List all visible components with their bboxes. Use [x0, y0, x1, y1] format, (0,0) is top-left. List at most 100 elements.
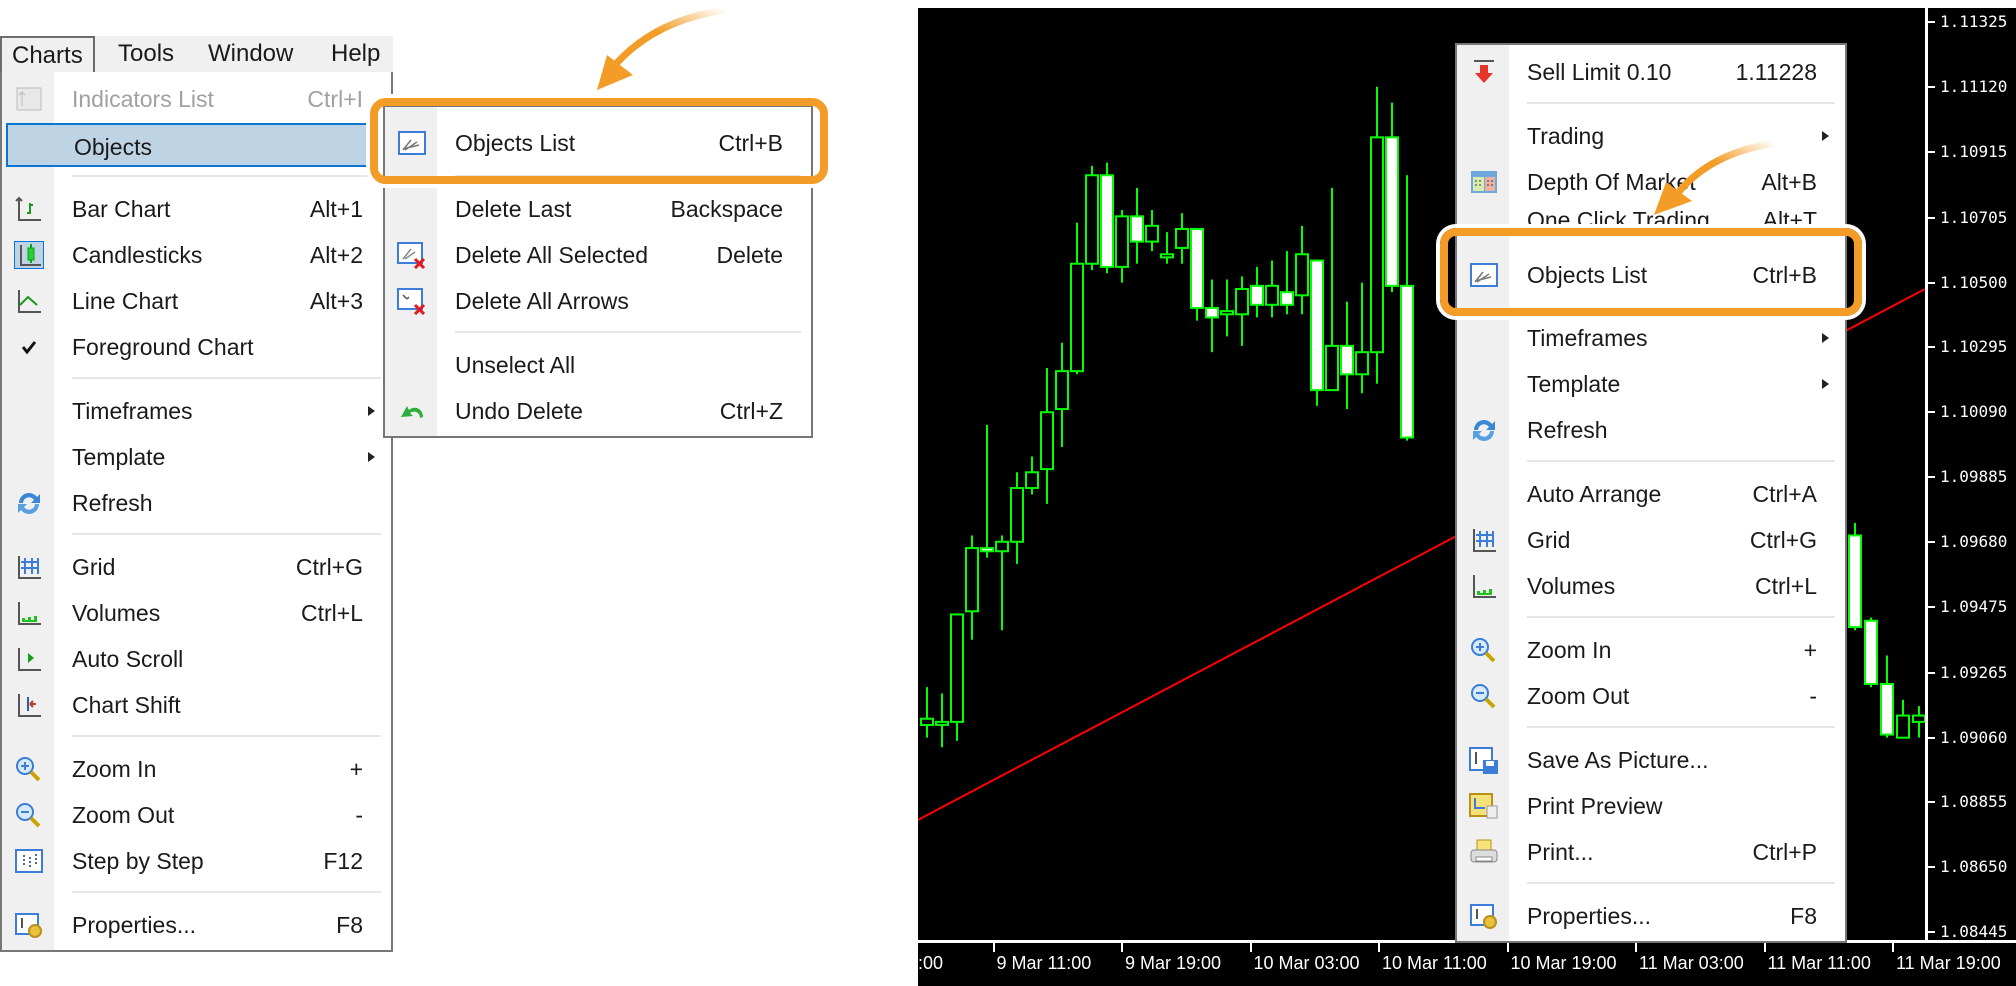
menu-item-label: Bar Chart [72, 196, 171, 222]
candle-body-bear [1848, 534, 1862, 629]
menu-item-label: Trading [1527, 123, 1605, 149]
context-item-save-as-picture[interactable]: Save As Picture... [1457, 738, 1845, 782]
charts-item-volumes[interactable]: Volumes Ctrl+L [2, 591, 391, 635]
time-tick [1763, 943, 1766, 952]
menu-item-label: Zoom In [1527, 637, 1612, 663]
candle [1355, 282, 1369, 394]
submenu-arrow-icon [368, 406, 375, 416]
bar-chart-icon [14, 195, 44, 223]
charts-item-refresh[interactable]: Refresh [2, 481, 391, 525]
time-label: 9 Mar 11:00 [996, 953, 1092, 973]
menu-item-shortcut: F12 [323, 848, 363, 874]
objects-item-undo-delete[interactable]: Undo Delete Ctrl+Z [385, 389, 811, 433]
price-tick [1928, 801, 1935, 804]
objects-item-unselect-all[interactable]: Unselect All [385, 343, 811, 387]
price-tick [1928, 671, 1935, 674]
time-label: 11 Mar 03:00 [1639, 953, 1744, 973]
context-item-print[interactable]: Print... Ctrl+P [1457, 830, 1845, 874]
candle [1055, 342, 1069, 447]
menu-item-label: Template [1527, 371, 1621, 397]
charts-menu: Indicators List Ctrl+I Objects Bar Chart Alt… [0, 72, 393, 952]
charts-item-template[interactable]: Template [2, 435, 391, 479]
menu-item-label: Line Chart [72, 288, 179, 314]
charts-item-step-by-step[interactable]: Step by Step F12 [2, 839, 391, 883]
context-item-sell-limit-0-10[interactable]: Sell Limit 0.10 1.11228 [1457, 50, 1845, 94]
volumes-icon [14, 599, 44, 627]
charts-item-auto-scroll[interactable]: Auto Scroll [2, 637, 391, 681]
submenu-arrow-icon [1822, 379, 1829, 389]
price-label: 1.10915 [1940, 141, 2008, 161]
candle-body-bear [1385, 136, 1399, 287]
price-tick [1928, 476, 1935, 478]
charts-item-foreground-chart[interactable]: Foreground Chart [2, 325, 391, 369]
context-item-grid[interactable]: Grid Ctrl+G [1457, 518, 1845, 562]
candle-body-bull [1325, 344, 1339, 392]
time-tick [1635, 943, 1637, 952]
time-label: 10 Mar 11:00 [1382, 953, 1487, 973]
depth-of-market-icon [1469, 168, 1499, 196]
menu-item-shortcut: Ctrl+G [1749, 527, 1817, 553]
submenu-arrow-icon [1822, 333, 1829, 343]
menu-separator [1527, 460, 1835, 462]
candle [1295, 225, 1309, 315]
menu-item-shortcut: Delete [716, 242, 783, 268]
menu-charts[interactable]: Charts [0, 36, 95, 72]
objects-item-delete-last[interactable]: Delete Last Backspace [385, 187, 811, 231]
context-item-timeframes[interactable]: Timeframes [1457, 316, 1845, 360]
objects-item-delete-all-selected[interactable]: Delete All Selected Delete [385, 233, 811, 277]
charts-item-grid[interactable]: Grid Ctrl+G [2, 545, 391, 589]
charts-item-zoom-in[interactable]: Zoom In + [2, 747, 391, 791]
charts-item-zoom-out[interactable]: Zoom Out - [2, 793, 391, 837]
candle-body-bull [1115, 215, 1129, 268]
objects-list-highlight [370, 98, 828, 184]
candle-body-bull [1010, 487, 1024, 543]
charts-item-indicators-list[interactable]: Indicators List Ctrl+I [2, 77, 391, 121]
menu-item-shortcut: + [1803, 637, 1817, 663]
context-item-print-preview[interactable]: Print Preview [1457, 784, 1845, 828]
menu-window[interactable]: Window [208, 36, 293, 72]
candle [1115, 210, 1129, 283]
candle [1864, 617, 1878, 688]
context-item-properties[interactable]: Properties... F8 [1457, 894, 1845, 938]
menu-item-shortcut: + [349, 756, 363, 782]
context-item-template[interactable]: Template [1457, 362, 1845, 406]
candle [995, 535, 1009, 631]
candle-body-bull [1355, 351, 1369, 376]
price-tick [1928, 736, 1935, 739]
charts-item-timeframes[interactable]: Timeframes [2, 389, 391, 433]
menu-help[interactable]: Help [331, 36, 380, 72]
objects-item-delete-all-arrows[interactable]: Delete All Arrows [385, 279, 811, 323]
context-item-refresh[interactable]: Refresh [1457, 408, 1845, 452]
charts-item-properties[interactable]: Properties... F8 [2, 903, 391, 947]
charts-item-chart-shift[interactable]: Chart Shift [2, 683, 391, 727]
price-tick [1928, 931, 1935, 933]
price-axis: 1.11325 1.11120 1.10915 1.10705 1.10500 1.102… [1925, 8, 2016, 941]
menu-separator [1527, 882, 1835, 884]
pointer-arrow-right [1654, 139, 1776, 215]
charts-item-line-chart[interactable]: Line Chart Alt+3 [2, 279, 391, 323]
menu-tools[interactable]: Tools [118, 36, 174, 72]
menu-item-shortcut: F8 [336, 912, 363, 938]
context-item-auto-arrange[interactable]: Auto Arrange Ctrl+A [1457, 472, 1845, 516]
charts-item-candlesticks[interactable]: Candlesticks Alt+2 [2, 233, 391, 277]
candle-body-bear [1250, 284, 1264, 306]
context-item-zoom-in[interactable]: Zoom In + [1457, 628, 1845, 672]
menu-item-label: Grid [1527, 527, 1571, 553]
candle [1220, 279, 1234, 337]
candle-body-bear [1880, 682, 1894, 736]
context-item-zoom-out[interactable]: Zoom Out - [1457, 674, 1845, 718]
candle [935, 693, 949, 748]
candle-body-bull [995, 540, 1009, 553]
candle [1400, 175, 1414, 441]
charts-item-bar-chart[interactable]: Bar Chart Alt+1 [2, 187, 391, 231]
time-label: 10 Mar 19:00 [1510, 953, 1617, 973]
context-item-volumes[interactable]: Volumes Ctrl+L [1457, 564, 1845, 608]
menu-item-label: Delete Last [455, 196, 572, 222]
price-tick [1928, 346, 1935, 349]
price-label: 1.08855 [1940, 792, 2008, 812]
candle-body-bull [1070, 262, 1084, 373]
charts-item-objects[interactable]: Objects [6, 123, 369, 167]
price-label: 1.08445 [1940, 922, 2008, 941]
menu-item-label: Properties... [1527, 903, 1651, 929]
price-tick [1928, 411, 1935, 414]
